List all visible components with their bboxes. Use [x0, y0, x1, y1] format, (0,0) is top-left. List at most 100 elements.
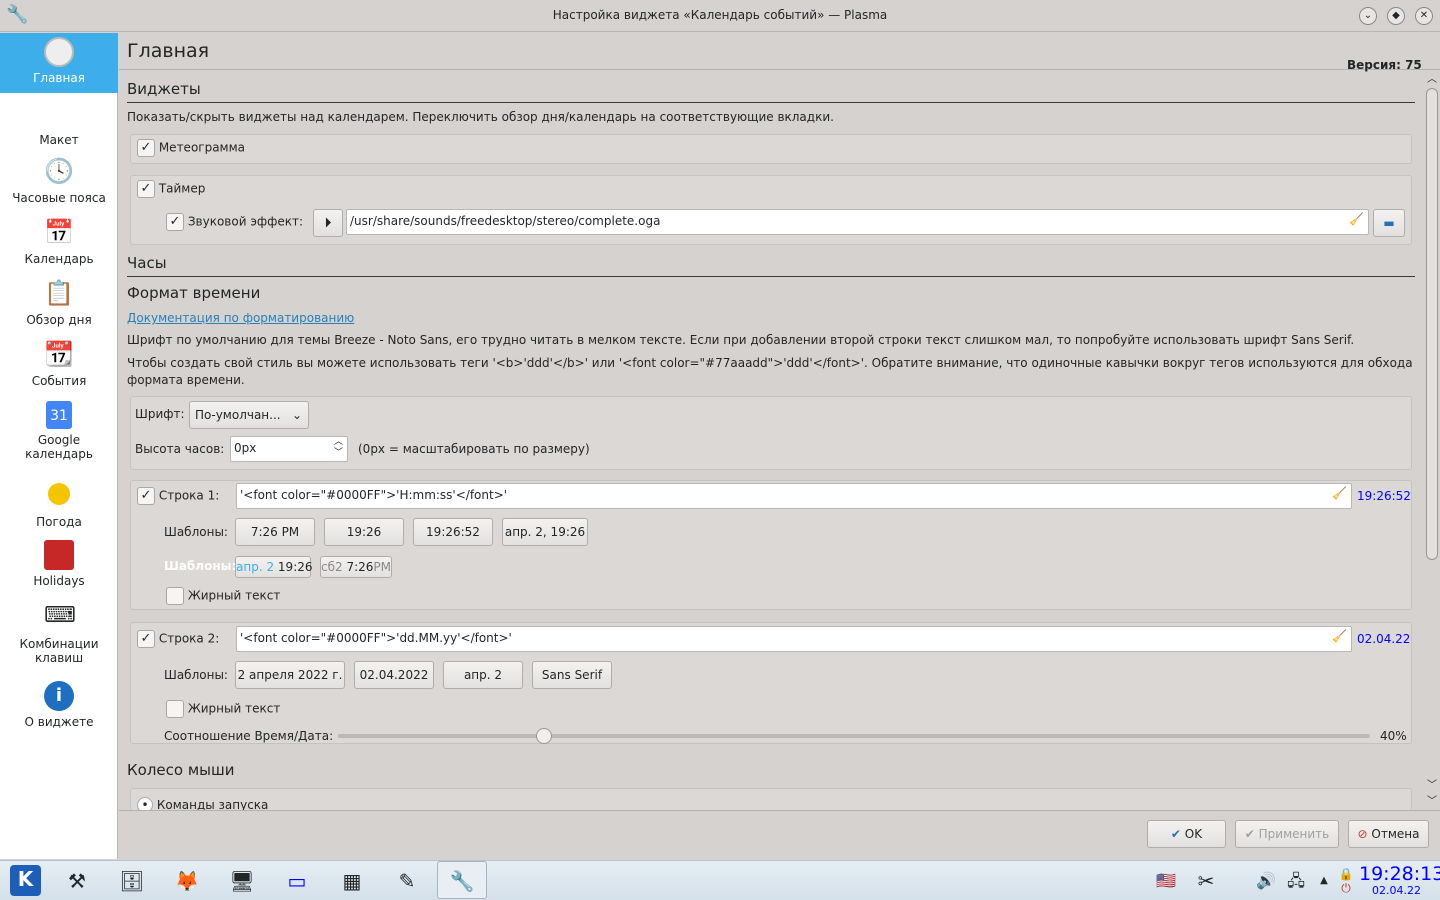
- sidebar-item-main[interactable]: Главная: [0, 33, 118, 93]
- divider: [119, 810, 1440, 811]
- play-sound-button[interactable]: ⏵: [313, 209, 343, 237]
- line2-label: Строка 2:: [158, 631, 220, 646]
- clear-icon[interactable]: 🧹: [1332, 629, 1347, 643]
- divider: [119, 69, 1440, 70]
- clock-time[interactable]: 19:28:13: [1359, 863, 1440, 885]
- template-button[interactable]: 19:26:52: [413, 518, 493, 546]
- sidebar-item-timezones[interactable]: 🕓 Часовые пояса: [0, 157, 118, 205]
- sound-path-value: /usr/share/sounds/freedesktop/stereo/com…: [350, 214, 661, 228]
- line2-format-value: '<font color="#0000FF">'dd.MM.yy'</font>…: [240, 631, 512, 645]
- timer-checkbox[interactable]: ✓ Таймер: [137, 180, 205, 198]
- checkbox-checked-icon: ✓: [137, 180, 155, 198]
- clear-icon[interactable]: 🧹: [1349, 212, 1364, 226]
- sidebar-item-day-overview[interactable]: 📋 Обзор дня: [0, 279, 118, 327]
- checkbox-checked-icon: ✓: [137, 139, 155, 157]
- template-button[interactable]: апр. 2: [443, 661, 523, 689]
- styled-template-button[interactable]: сб2 7:26PM: [320, 556, 392, 578]
- sidebar-item-about[interactable]: i О виджете: [0, 681, 118, 729]
- network-icon[interactable]: 🖧: [1282, 867, 1310, 895]
- sidebar-item-google-calendar[interactable]: 31 Google календарь: [0, 401, 118, 461]
- ratio-slider[interactable]: [338, 728, 1370, 744]
- clock-height-spinbox[interactable]: 0px ︿ ﹀: [230, 436, 348, 462]
- meteogram-checkbox[interactable]: ✓ Метеограмма: [137, 139, 245, 157]
- sidebar-item-label: Holidays: [33, 574, 85, 588]
- template-ampm: PM: [373, 560, 392, 574]
- keyboard-icon: ⌨: [44, 603, 76, 628]
- text-editor-icon[interactable]: ✎: [393, 867, 421, 895]
- lock-logout-icon[interactable]: 🔒 ⏻: [1338, 867, 1354, 895]
- version-label: Версия: 75: [1347, 60, 1422, 72]
- firefox-icon[interactable]: 🦊: [173, 867, 201, 895]
- ok-label: OK: [1184, 827, 1203, 841]
- us-flag-icon[interactable]: 🇺🇸: [1150, 867, 1182, 895]
- page-title: Главная: [127, 40, 210, 62]
- template-button[interactable]: 19:26: [324, 518, 404, 546]
- scroll-up-arrow[interactable]: ︿: [1427, 70, 1437, 85]
- scrollbar-thumb[interactable]: [1426, 88, 1438, 560]
- play-icon: ⏵: [324, 215, 332, 231]
- sidebar-item-weather[interactable]: Погода: [0, 483, 118, 529]
- sidebar-item-label: Комбинации клавиш: [19, 637, 99, 665]
- kde-launcher-icon[interactable]: K: [10, 865, 41, 896]
- volume-icon[interactable]: 🔊: [1252, 867, 1280, 895]
- scissors-icon[interactable]: ✂: [1192, 867, 1220, 895]
- divider: [127, 276, 1415, 277]
- line1-format-input[interactable]: '<font color="#0000FF">'H:mm:ss'</font>'…: [236, 483, 1352, 509]
- file-manager-icon[interactable]: 🗄: [118, 867, 146, 895]
- apply-button[interactable]: ✔ Применить: [1235, 820, 1339, 848]
- checkbox-checked-icon: ✓: [166, 213, 184, 231]
- widgets-heading: Виджеты: [127, 80, 201, 98]
- line1-templates2-label: Шаблоны:: [164, 559, 237, 573]
- template-button[interactable]: 02.04.2022: [354, 661, 434, 689]
- taskbar: K ⚒ 🗄 🦊 🖥 ▭ ▦ ✎ 🔧 🇺🇸 ✂ 🔊 🖧 ▲ 🔒 ⏻ 19:28:13…: [0, 860, 1440, 900]
- sidebar-item-label: Календарь: [24, 252, 94, 266]
- sidebar-item-events[interactable]: 📆 События: [0, 340, 118, 388]
- sidebar-item-holidays[interactable]: Holidays: [0, 540, 118, 588]
- check-icon: ✔: [1244, 827, 1255, 841]
- sidebar-item-layout[interactable]: Макет: [0, 133, 118, 147]
- sound-effect-checkbox[interactable]: ✓ Звуковой эффект:: [166, 213, 303, 231]
- cancel-icon: ⊘: [1357, 827, 1368, 841]
- sidebar-item-shortcuts[interactable]: ⌨ Комбинации клавиш: [0, 603, 118, 665]
- line2-format-input[interactable]: '<font color="#0000FF">'dd.MM.yy'</font>…: [236, 626, 1352, 652]
- check-icon: ✔: [1170, 827, 1181, 841]
- scroll-down-arrow-2[interactable]: ﹀: [1427, 792, 1437, 807]
- tools-icon[interactable]: ⚒: [63, 867, 91, 895]
- sidebar-item-label: События: [31, 374, 87, 388]
- events-calendar-icon: 📆: [44, 340, 74, 368]
- launch-commands-radio[interactable]: • Команды запуска: [137, 797, 268, 810]
- clock-date[interactable]: 02.04.22: [1372, 884, 1421, 897]
- expand-tray-icon[interactable]: ▲: [1310, 867, 1338, 895]
- close-button[interactable]: ✕: [1415, 7, 1433, 25]
- line1-checkbox[interactable]: ✓ Строка 1:: [137, 487, 219, 505]
- maximize-button[interactable]: ◆: [1387, 7, 1405, 25]
- styled-template-button[interactable]: апр. 2 19:26: [235, 556, 313, 578]
- remote-desktop-icon[interactable]: 🖥: [228, 867, 256, 895]
- spin-arrows-icon[interactable]: ︿ ﹀: [334, 437, 343, 459]
- activities-icon[interactable]: ▦: [338, 867, 366, 895]
- clear-icon[interactable]: 🧹: [1332, 486, 1347, 500]
- scrollbar[interactable]: ︿ ﹀ ﹀: [1424, 70, 1440, 810]
- globe-clock-icon: 🕓: [44, 157, 74, 185]
- line2-checkbox[interactable]: ✓ Строка 2:: [137, 630, 219, 648]
- template-button[interactable]: 2 апреля 2022 г.: [235, 661, 345, 689]
- template-date: апр. 2: [236, 560, 275, 574]
- line2-bold-checkbox[interactable]: Жирный текст: [166, 700, 280, 718]
- sidebar-item-calendar[interactable]: 📅 Календарь: [0, 218, 118, 266]
- sound-path-input[interactable]: /usr/share/sounds/freedesktop/stereo/com…: [346, 209, 1369, 235]
- checkbox-checked-icon: ✓: [137, 630, 155, 648]
- font-select[interactable]: По-умолчан... ⌄: [189, 401, 309, 429]
- apply-label: Применить: [1258, 827, 1330, 841]
- task-widget-settings[interactable]: 🔧: [437, 861, 487, 899]
- scroll-down-arrow-1[interactable]: ﹀: [1427, 776, 1437, 791]
- formatting-docs-link[interactable]: Документация по форматированию: [127, 311, 354, 325]
- template-button[interactable]: 7:26 PM: [235, 518, 315, 546]
- line1-bold-checkbox[interactable]: Жирный текст: [166, 587, 280, 605]
- desktop-icon[interactable]: ▭: [283, 867, 311, 895]
- cancel-button[interactable]: ⊘ Отмена: [1348, 820, 1429, 848]
- minimize-button[interactable]: ⌄: [1359, 7, 1377, 25]
- template-button[interactable]: Sans Serif: [532, 661, 612, 689]
- template-button[interactable]: апр. 2, 19:26: [502, 518, 588, 546]
- browse-file-button[interactable]: ▬: [1373, 209, 1405, 237]
- ok-button[interactable]: ✔ OK: [1147, 820, 1226, 848]
